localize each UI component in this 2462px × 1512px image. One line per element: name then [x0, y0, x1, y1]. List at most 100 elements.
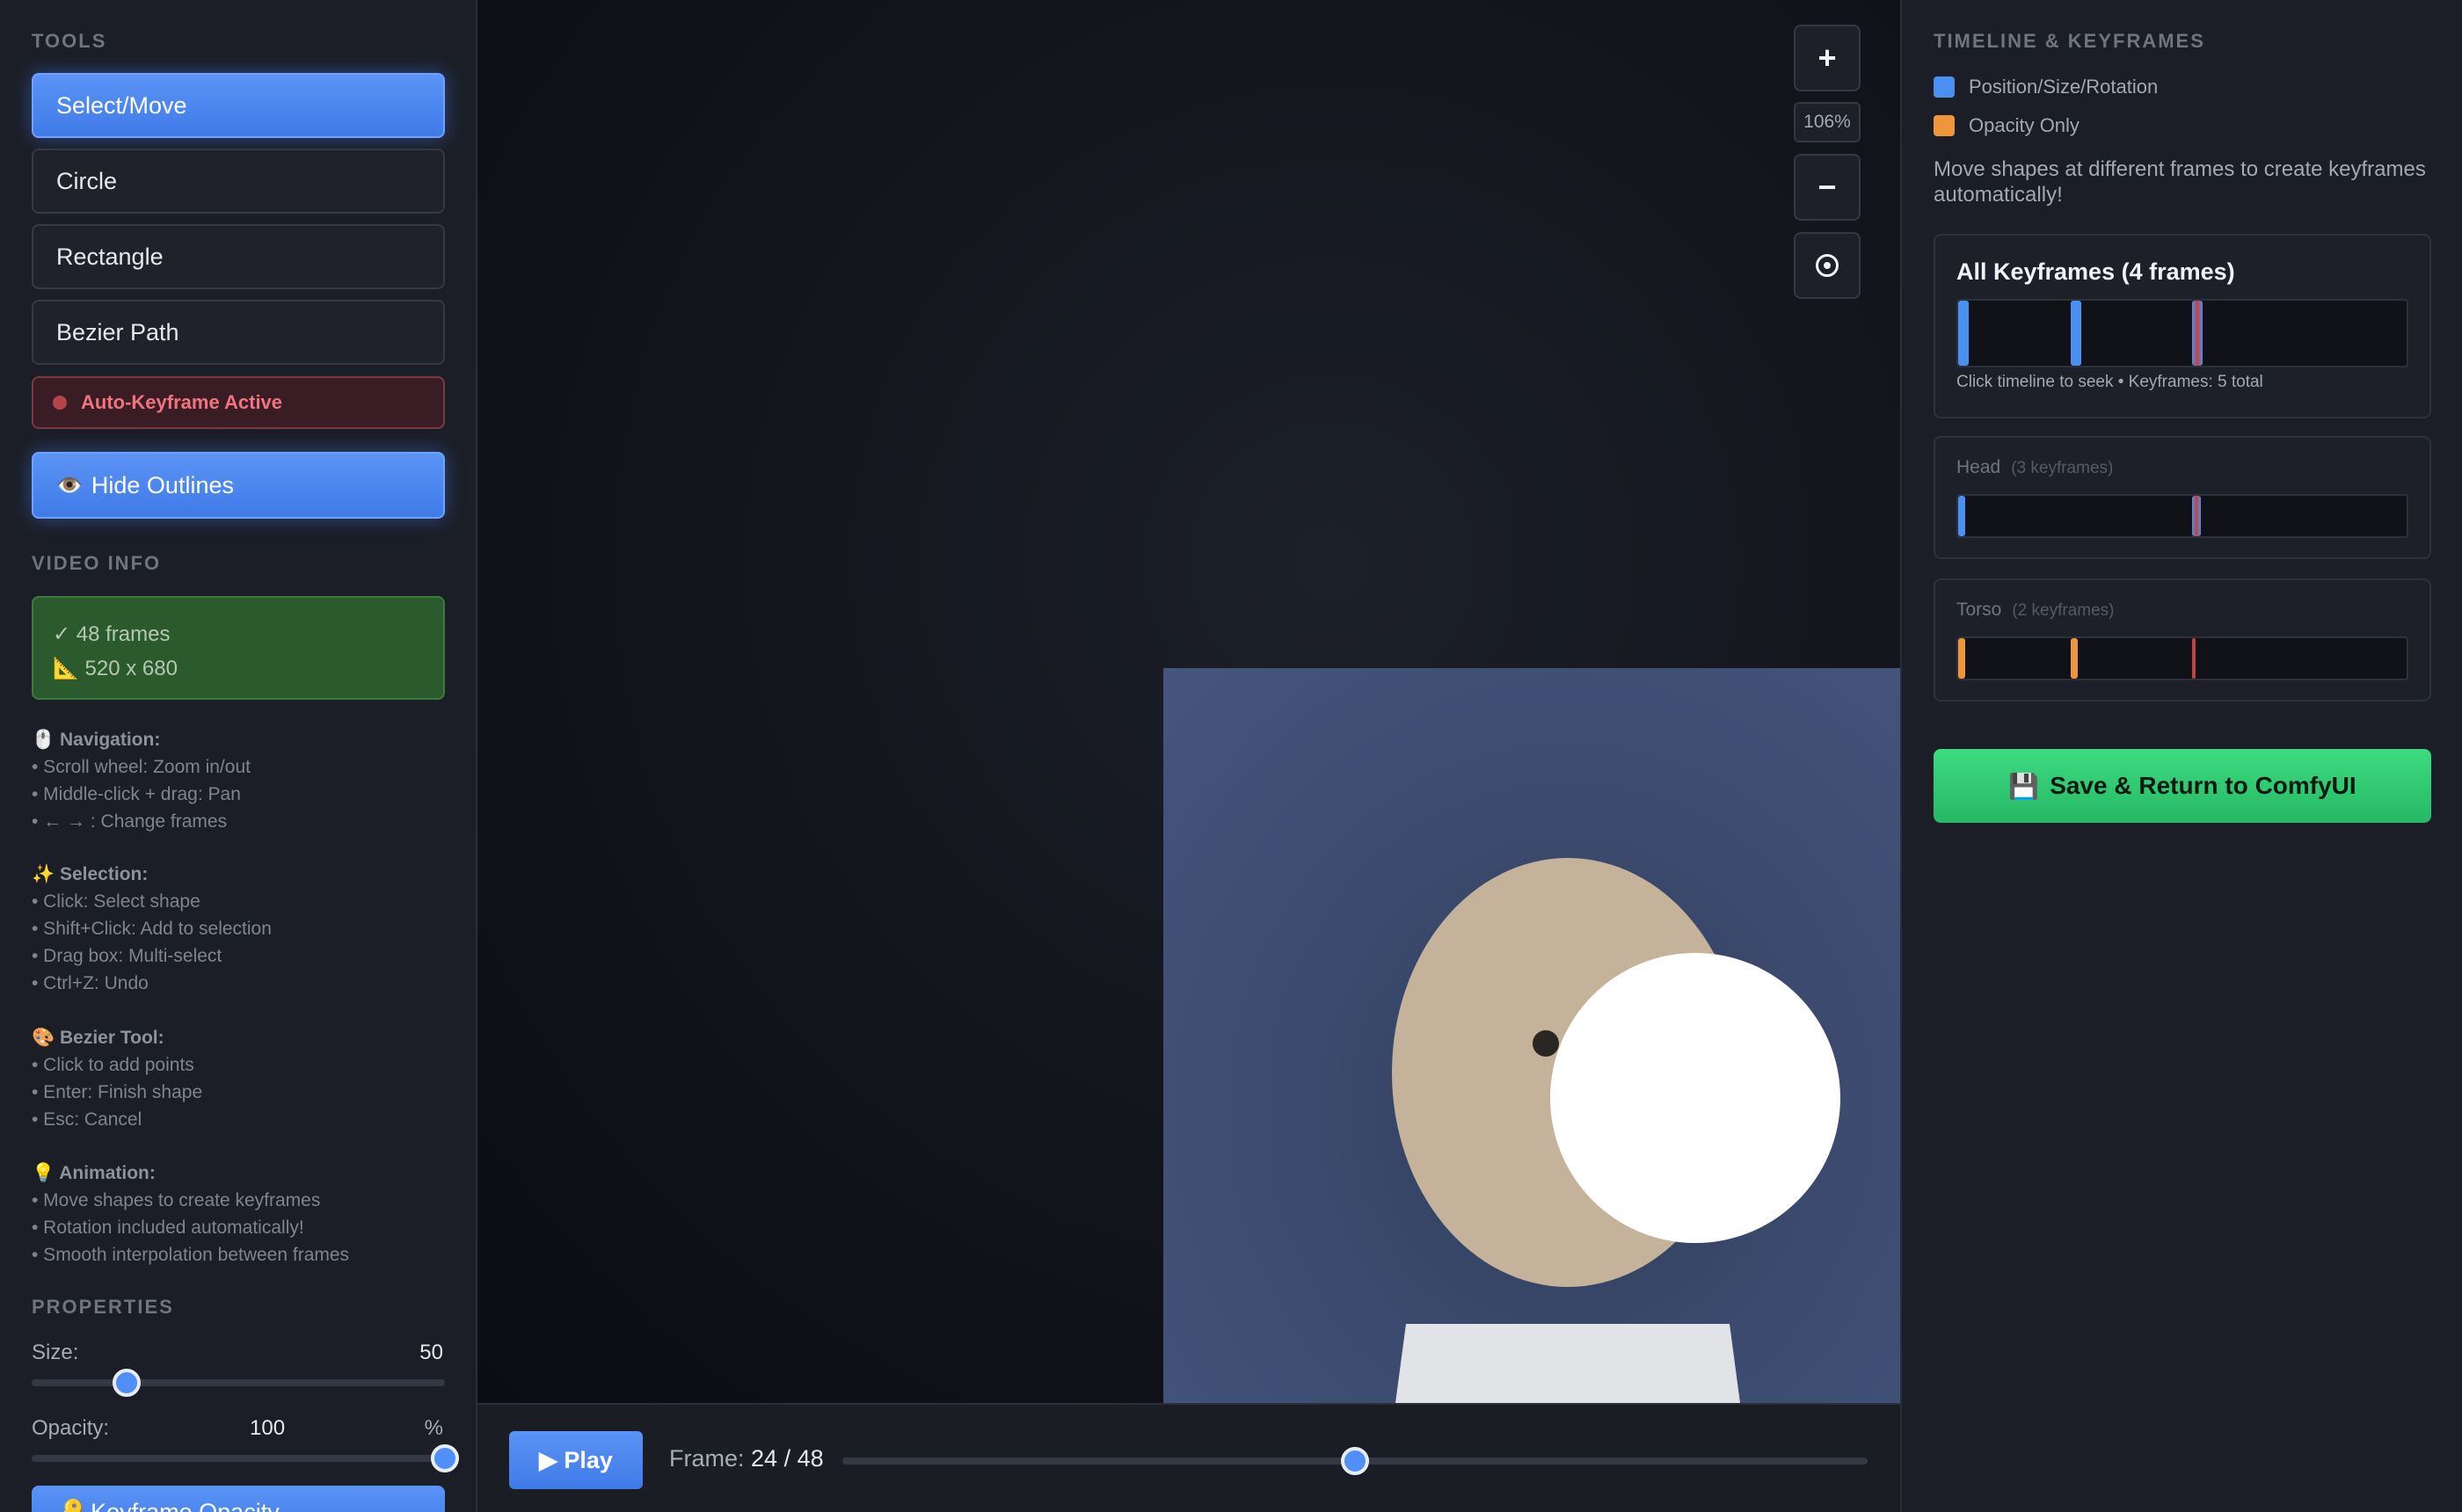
size-value: 50: [419, 1341, 443, 1364]
auto-keyframe-label: Auto-Keyframe Active: [81, 391, 283, 413]
tool-bezier-path-button[interactable]: Bezier Path: [32, 300, 445, 365]
help-title: 🎨 Bezier Tool:: [32, 1028, 164, 1048]
size-label: Size:: [32, 1341, 79, 1364]
all-keyframes-track[interactable]: [1956, 299, 2408, 367]
help-navigation: 🖱️ Navigation: • Scroll wheel: Zoom in/o…: [32, 726, 251, 835]
zoom-in-button[interactable]: +: [1794, 25, 1861, 91]
orange-swatch-icon: [1934, 115, 1955, 136]
zoom-level: 106%: [1794, 102, 1861, 142]
tool-circle-button[interactable]: Circle: [32, 149, 445, 214]
help-line: • Click to add points: [32, 1055, 194, 1075]
eye-icon: 👁️: [56, 473, 83, 498]
layer-track-torso[interactable]: [1956, 636, 2408, 680]
total-frames: 48: [797, 1445, 824, 1472]
torso-shape[interactable]: [1392, 1324, 1744, 1403]
floppy-disk-icon: 💾: [2008, 772, 2040, 800]
save-label: Save & Return to ComfyUI: [2050, 772, 2356, 799]
opacity-slider-thumb[interactable]: [431, 1444, 459, 1472]
timeline-header: TIMELINE & KEYFRAMES: [1934, 30, 2205, 52]
keyframe-marker[interactable]: [1958, 301, 1969, 366]
layer-keyframe-count: (2 keyframes): [2012, 601, 2115, 620]
video-frame[interactable]: [1163, 668, 1900, 1403]
tool-label: Rectangle: [56, 243, 164, 270]
layer-title: Torso (2 keyframes): [1956, 600, 2115, 621]
save-return-button[interactable]: 💾 Save & Return to ComfyUI: [1934, 749, 2431, 823]
timeline-panel: TIMELINE & KEYFRAMES Position/Size/Rotat…: [1900, 0, 2462, 1512]
help-title: 🖱️ Navigation:: [32, 730, 161, 750]
keyframe-marker[interactable]: [2191, 496, 2201, 536]
help-line: • Shift+Click: Add to selection: [32, 919, 272, 939]
help-bezier-tool: 🎨 Bezier Tool: • Click to add points • E…: [32, 1024, 202, 1133]
layer-track-head[interactable]: [1956, 494, 2408, 538]
keyframes-caption: Click timeline to seek • Keyframes: 5 to…: [1956, 373, 2263, 391]
frame-counter: Frame: 24 / 48: [669, 1445, 824, 1472]
tool-label: Circle: [56, 167, 118, 194]
keyframe-opacity-button[interactable]: 🔑 Keyframe Opacity: [32, 1486, 445, 1512]
all-keyframes-card: All Keyframes (4 frames) Click timeline …: [1934, 234, 2431, 418]
play-button[interactable]: ▶ Play: [509, 1431, 643, 1489]
size-slider-thumb[interactable]: [113, 1369, 142, 1397]
blue-swatch-icon: [1934, 76, 1955, 98]
current-frame: 24: [751, 1445, 778, 1472]
tool-label: Select/Move: [56, 91, 187, 119]
help-line: • Scroll wheel: Zoom in/out: [32, 757, 251, 777]
keyframe-marker[interactable]: [2070, 301, 2081, 366]
target-icon: [1816, 254, 1839, 277]
video-info-header: VIDEO INFO: [32, 552, 162, 574]
circle-shape[interactable]: [1550, 953, 1840, 1243]
video-dimensions: 📐 520 x 680: [53, 657, 178, 680]
opacity-unit: %: [424, 1416, 443, 1440]
frame-scrubber-thumb[interactable]: [1341, 1447, 1369, 1475]
opacity-value: 100: [250, 1416, 286, 1440]
keyframe-marker[interactable]: [2191, 638, 2196, 679]
plus-icon: +: [1817, 40, 1837, 76]
help-animation: 💡 Animation: • Move shapes to create key…: [32, 1159, 349, 1268]
frame-separator: /: [783, 1445, 791, 1472]
timeline-description: Move shapes at different frames to creat…: [1934, 157, 2426, 207]
properties-header: PROPERTIES: [32, 1296, 174, 1318]
auto-keyframe-toggle[interactable]: Auto-Keyframe Active: [32, 376, 445, 429]
left-sidebar: TOOLS Select/Move Circle Rectangle Bezie…: [0, 0, 477, 1512]
layer-name: Torso: [1956, 600, 2002, 620]
size-slider[interactable]: [32, 1379, 445, 1386]
help-line: • Smooth interpolation between frames: [32, 1245, 350, 1265]
video-info-box: ✓ 48 frames 📐 520 x 680: [32, 596, 445, 700]
playback-bar: ▶ Play Frame: 24 / 48: [477, 1403, 1900, 1512]
help-line: • Drag box: Multi-select: [32, 946, 222, 966]
keyframe-marker[interactable]: [1958, 638, 1965, 679]
keyframe-marker[interactable]: [2191, 301, 2203, 366]
layer-keyframe-count: (3 keyframes): [2011, 459, 2114, 477]
reset-view-button[interactable]: [1794, 232, 1861, 299]
all-keyframes-title: All Keyframes (4 frames): [1956, 258, 2235, 285]
eye-shape[interactable]: [1533, 1030, 1559, 1057]
layer-card-head[interactable]: Head (3 keyframes): [1934, 436, 2431, 559]
tool-label: Bezier Path: [56, 318, 179, 345]
zoom-out-button[interactable]: −: [1794, 154, 1861, 221]
help-line: • Ctrl+Z: Undo: [32, 973, 149, 993]
keyframe-marker[interactable]: [2070, 638, 2078, 679]
hide-outlines-button[interactable]: 👁️ Hide Outlines: [32, 452, 445, 519]
help-line: • Enter: Finish shape: [32, 1082, 203, 1102]
legend-position: Position/Size/Rotation: [1934, 76, 2158, 98]
tool-select-move-button[interactable]: Select/Move: [32, 73, 445, 138]
help-selection: ✨ Selection: • Click: Select shape • Shi…: [32, 861, 272, 997]
legend-opacity: Opacity Only: [1934, 114, 2080, 137]
opacity-slider[interactable]: [32, 1455, 445, 1462]
help-line: • Rotation included automatically!: [32, 1218, 304, 1238]
layer-card-torso[interactable]: Torso (2 keyframes): [1934, 578, 2431, 701]
legend-label: Opacity Only: [1969, 114, 2080, 136]
help-line: • Esc: Cancel: [32, 1109, 142, 1130]
opacity-label: Opacity:: [32, 1416, 110, 1440]
editor-canvas[interactable]: + 106% −: [477, 0, 1900, 1403]
hide-outlines-label: Hide Outlines: [91, 471, 234, 498]
help-title: ✨ Selection:: [32, 864, 149, 884]
help-line: • Click: Select shape: [32, 891, 200, 912]
frame-label-text: Frame:: [669, 1445, 745, 1472]
video-frames: ✓ 48 frames: [53, 622, 171, 646]
tools-header: TOOLS: [32, 30, 107, 52]
record-dot-icon: [53, 396, 67, 410]
help-line: • Move shapes to create keyframes: [32, 1190, 321, 1210]
tool-rectangle-button[interactable]: Rectangle: [32, 224, 445, 289]
legend-label: Position/Size/Rotation: [1969, 76, 2159, 98]
keyframe-marker[interactable]: [1958, 496, 1965, 536]
